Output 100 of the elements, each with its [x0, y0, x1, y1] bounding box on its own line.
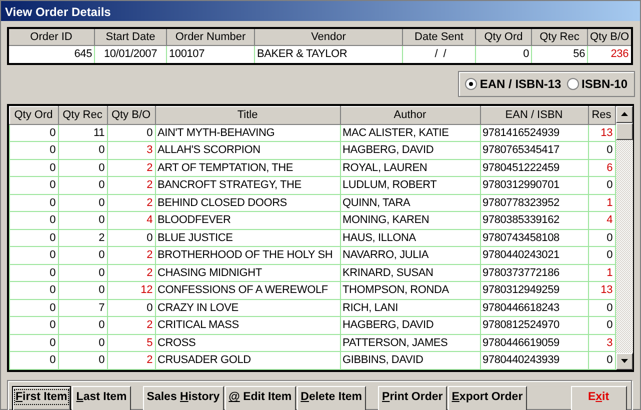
table-cell: AIN'T MYTH-BEHAVING [155, 124, 340, 142]
table-cell: 0 [588, 246, 615, 264]
column-header: Vendor [254, 28, 402, 46]
table-cell: 2 [107, 316, 155, 334]
table-cell: BLUE JUSTICE [155, 229, 340, 246]
column-header: Qty Rec [58, 106, 107, 124]
column-header: Qty Ord [476, 28, 532, 46]
action-button[interactable]: Export Order [448, 386, 527, 410]
table-cell: RICH, LANI [340, 299, 480, 316]
action-button[interactable]: Print Order [378, 386, 447, 410]
column-header: EAN / ISBN [480, 106, 588, 124]
table-cell: 0 [107, 299, 155, 316]
up-arrow-icon [620, 112, 628, 116]
table-cell: 0 [588, 142, 615, 159]
table-cell: ALLAH'S SCORPION [155, 142, 340, 159]
table-cell: 1 [588, 264, 615, 282]
table-cell: 0 [58, 282, 107, 299]
action-button[interactable]: @ Edit Item [224, 386, 296, 410]
column-header: Title [155, 106, 340, 124]
table-cell: 9780446618243 [480, 299, 588, 316]
table-cell: KRINARD, SUSAN [340, 264, 480, 282]
column-header: Date Sent [402, 28, 476, 46]
table-cell: 12 [107, 282, 155, 299]
table-cell: 0 [58, 142, 107, 159]
table-cell: HAGBERG, DAVID [340, 142, 480, 159]
table-cell: 9780765345417 [480, 142, 588, 159]
table-cell: 0 [58, 176, 107, 194]
table-cell: HAGBERG, DAVID [340, 316, 480, 334]
table-cell: 0 [9, 282, 58, 299]
table-cell: 0 [9, 194, 58, 212]
table-cell: 9780446619059 [480, 334, 588, 352]
table-cell: CRUSADER GOLD [155, 352, 340, 369]
action-button[interactable]: Last Item [72, 386, 131, 410]
table-cell: 100107 [166, 46, 254, 64]
table-cell: 0 [58, 264, 107, 282]
table-cell: 0 [58, 212, 107, 229]
scroll-up-button[interactable] [616, 106, 632, 122]
table-cell: HAUS, ILLONA [340, 229, 480, 246]
table-cell: 0 [9, 212, 58, 229]
table-cell: 9780385339162 [480, 212, 588, 229]
table-cell: 2 [107, 176, 155, 194]
table-cell: 2 [107, 246, 155, 264]
table-cell: CONFESSIONS OF A WEREWOLF [155, 282, 340, 299]
table-cell: 0 [9, 246, 58, 264]
table-cell: 9780812524970 [480, 316, 588, 334]
table-cell: BAKER & TAYLOR [254, 46, 402, 64]
table-cell: 0 [9, 142, 58, 159]
table-cell: 11 [58, 124, 107, 142]
table-cell: BROTHERHOOD OF THE HOLY SH [155, 246, 340, 264]
window-title: View Order Details [1, 1, 640, 21]
table-cell: 0 [9, 124, 58, 142]
table-cell: 0 [9, 229, 58, 246]
table-cell: 0 [9, 159, 58, 176]
table-cell: CROSS [155, 334, 340, 352]
table-cell: LUDLUM, ROBERT [340, 176, 480, 194]
table-cell: 5 [107, 334, 155, 352]
table-cell: 13 [588, 124, 615, 142]
table-cell: GIBBINS, DAVID [340, 352, 480, 369]
table-cell: 1 [588, 194, 615, 212]
radio-option[interactable]: EAN / ISBN-13 [465, 74, 562, 92]
table-cell: 0 [58, 352, 107, 369]
column-header: Qty B/O [588, 28, 632, 46]
table-cell: 0 [9, 316, 58, 334]
table-cell: 0 [58, 159, 107, 176]
table-cell: 13 [588, 282, 615, 299]
table-cell: 3 [107, 142, 155, 159]
table-cell: 0 [58, 334, 107, 352]
action-button[interactable]: First Item [12, 386, 72, 410]
table-cell: 4 [107, 212, 155, 229]
table-cell: BLOODFEVER [155, 212, 340, 229]
table-cell: QUINN, TARA [340, 194, 480, 212]
table-cell: 9780451222459 [480, 159, 588, 176]
table-cell: MONING, KAREN [340, 212, 480, 229]
table-cell: 2 [107, 352, 155, 369]
table-cell: 0 [9, 334, 58, 352]
scroll-down-button[interactable] [616, 352, 632, 370]
table-cell: CRITICAL MASS [155, 316, 340, 334]
table-cell: 0 [588, 299, 615, 316]
table-cell: 9780440243021 [480, 246, 588, 264]
table-cell: 0 [9, 352, 58, 369]
table-cell: 0 [9, 264, 58, 282]
table-cell: 0 [588, 316, 615, 334]
column-header: Qty B/O [107, 106, 155, 124]
table-cell: CRAZY IN LOVE [155, 299, 340, 316]
table-cell: 9780312949259 [480, 282, 588, 299]
table-cell: 7 [58, 299, 107, 316]
table-cell: 9780778323952 [480, 194, 588, 212]
table-cell: MAC ALISTER, KATIE [340, 124, 480, 142]
table-cell: 0 [58, 246, 107, 264]
action-button[interactable]: Delete Item [296, 386, 366, 410]
column-header: Qty Ord [9, 106, 58, 124]
action-button[interactable]: Sales History [142, 386, 224, 410]
table-cell: 0 [9, 176, 58, 194]
table-cell: 0 [9, 299, 58, 316]
table-cell: 6 [588, 159, 615, 176]
column-header: Order Number [166, 28, 254, 46]
table-cell: BEHIND CLOSED DOORS [155, 194, 340, 212]
table-cell: ROYAL, LAUREN [340, 159, 480, 176]
radio-option[interactable]: ISBN-10 [566, 74, 628, 92]
table-cell: 3 [588, 334, 615, 352]
